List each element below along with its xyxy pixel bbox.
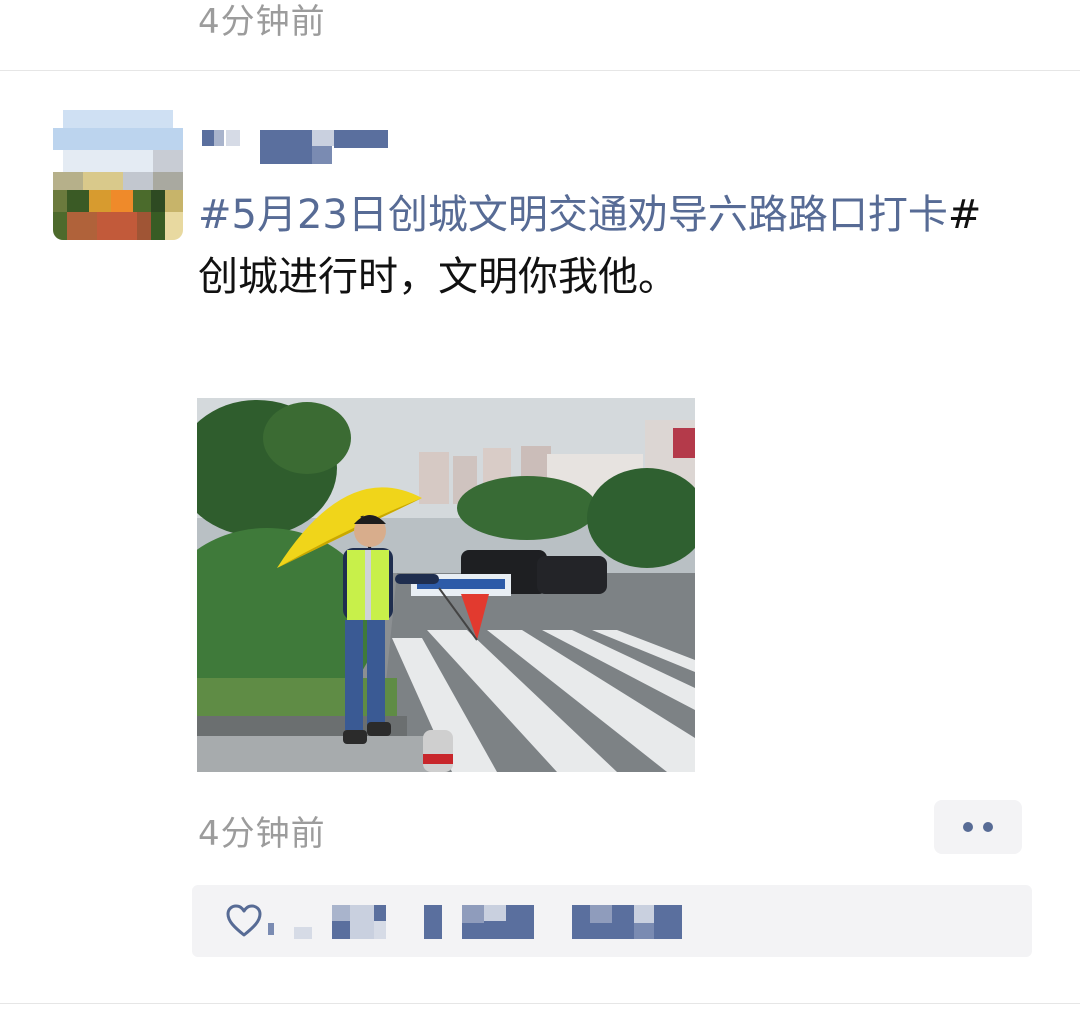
topic-link[interactable]: #5月23日创城文明交通劝导六路路口打卡 [198,192,948,238]
divider [0,70,1080,71]
more-dots-icon [963,822,973,832]
post-text: #5月23日创城文明交通劝导六路路口打卡# 创城进行时，文明你我他。 [198,184,998,308]
divider [0,1003,1080,1004]
author-name-pixelated [202,130,388,164]
post-timestamp: 4分钟前 [198,814,326,854]
topic-end-mark: # [947,192,982,238]
post-body: 创城进行时，文明你我他。 [198,254,678,300]
author-name[interactable] [202,126,392,166]
previous-post-timestamp: 4分钟前 [198,2,326,42]
likes-bar [192,885,1032,957]
post-photo[interactable] [197,398,695,772]
more-dots-icon [983,822,993,832]
heart-icon [226,904,262,937]
more-button[interactable] [934,800,1022,854]
likers-pixelated [268,905,682,939]
topic-line[interactable]: #5月23日创城文明交通劝导六路路口打卡# [198,184,998,246]
avatar[interactable] [53,110,183,240]
